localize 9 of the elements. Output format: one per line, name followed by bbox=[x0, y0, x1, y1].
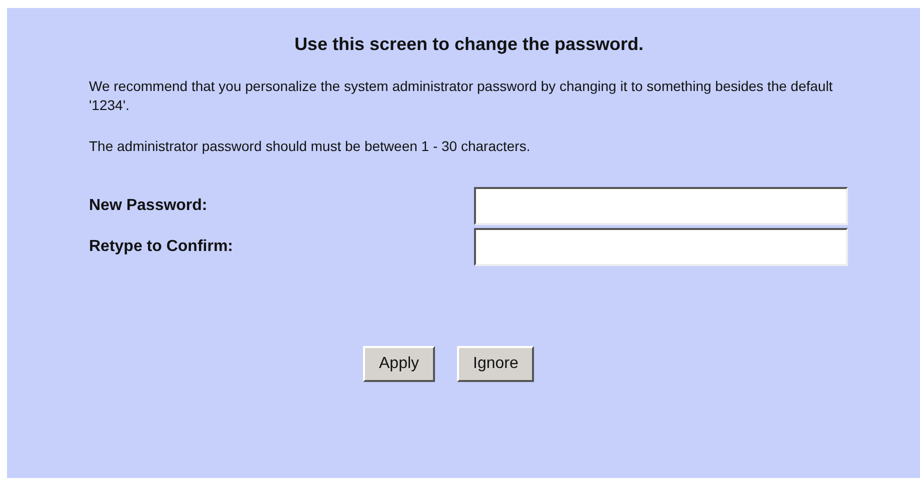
ignore-button[interactable]: Ignore bbox=[457, 346, 534, 382]
apply-button[interactable]: Apply bbox=[363, 346, 436, 382]
info-text: We recommend that you personalize the system administrator password by changing it to something besides the default '1234'. bbox=[89, 77, 834, 115]
field-label: Retype to Confirm: bbox=[89, 238, 234, 256]
info-text: The administrator password should must be between 1 - 30 characters. bbox=[89, 137, 532, 156]
page-title: Use this screen to change the password. bbox=[293, 34, 645, 55]
password-field[interactable] bbox=[474, 228, 848, 266]
field-label: New Password: bbox=[89, 197, 208, 215]
password-field[interactable] bbox=[474, 187, 848, 225]
